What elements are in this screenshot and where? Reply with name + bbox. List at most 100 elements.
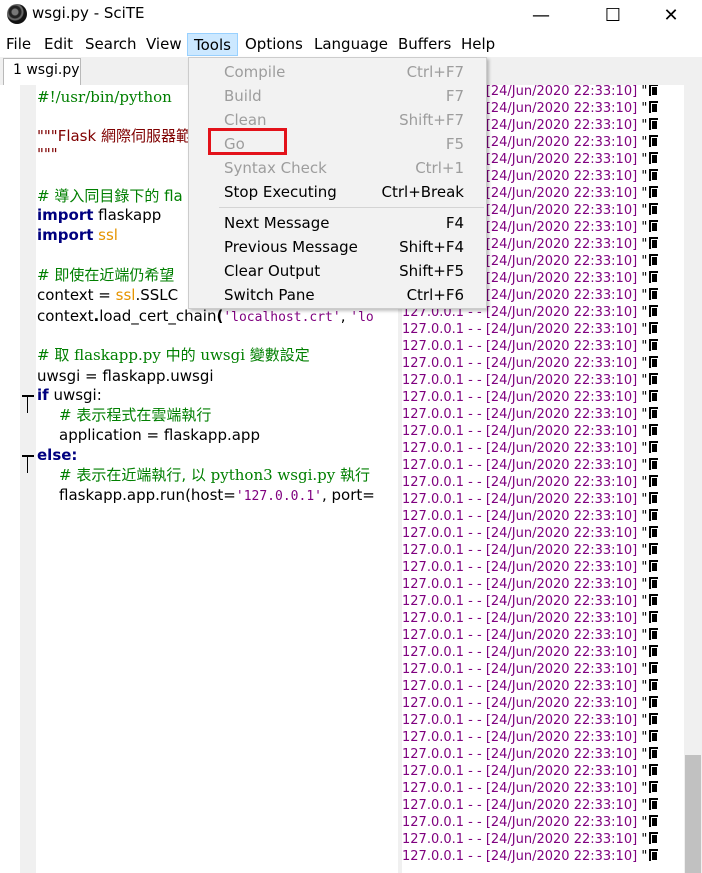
unprintable-char-glyph (649, 322, 659, 334)
unprintable-char-glyph (649, 526, 659, 538)
unprintable-char-glyph (649, 577, 659, 589)
unprintable-char-glyph (649, 594, 659, 606)
code-line: application = flaskapp.app (59, 426, 260, 444)
window-title: wsgi.py - SciTE (32, 4, 145, 22)
output-log-line: 127.0.0.1 - - [24/Jun/2020 22:33:10] " (402, 593, 659, 610)
unprintable-char-glyph (649, 611, 659, 623)
output-log-line: 127.0.0.1 - - [24/Jun/2020 22:33:10] " (402, 797, 659, 814)
output-log-line: 127.0.0.1 - - [24/Jun/2020 22:33:10] " (402, 474, 659, 491)
go-highlight-annotation (208, 128, 287, 155)
menu-options[interactable]: Options (239, 33, 309, 56)
unprintable-char-glyph (649, 662, 659, 674)
scrollbar-thumb[interactable] (685, 755, 701, 873)
unprintable-char-glyph (649, 424, 659, 436)
unprintable-char-glyph (649, 101, 659, 113)
tools-dropdown-menu: Compile Ctrl+F7 Build F7 Clean Shift+F7 Go F… (188, 57, 487, 309)
output-log-line: 127.0.0.1 - - [24/Jun/2020 22:33:10] " (402, 321, 659, 338)
output-log-line: 127.0.0.1 - - [24/Jun/2020 22:33:10] " (402, 440, 659, 457)
output-log-line: 127.0.0.1 - - [24/Jun/2020 22:33:10] " (402, 712, 659, 729)
output-log-line: 127.0.0.1 - - [24/Jun/2020 22:33:10] " (402, 491, 659, 508)
output-log-line: 127.0.0.1 - - [24/Jun/2020 22:33:10] " (402, 508, 659, 525)
menu-file[interactable]: File (0, 33, 37, 56)
menu-tools[interactable]: Tools (187, 33, 238, 56)
output-log-line: 127.0.0.1 - - [24/Jun/2020 22:33:10] " (402, 780, 659, 797)
fold-toggle-else[interactable] (22, 455, 34, 473)
output-log-line: 127.0.0.1 - - [24/Jun/2020 22:33:10] " (402, 576, 659, 593)
code-line: context = ssl.SSLC (37, 286, 179, 304)
unprintable-char-glyph (649, 441, 659, 453)
menu-item-previous-message[interactable]: Previous Message Shift+F4 (189, 235, 486, 259)
unprintable-char-glyph (649, 509, 659, 521)
output-log-line: 127.0.0.1 - - [24/Jun/2020 22:33:10] " (402, 610, 659, 627)
unprintable-char-glyph (649, 475, 659, 487)
menu-item-next-message[interactable]: Next Message F4 (189, 211, 486, 235)
unprintable-char-glyph (649, 135, 659, 147)
output-log-line: 127.0.0.1 - - [24/Jun/2020 22:33:10] " (402, 814, 659, 831)
scite-app-icon (7, 4, 27, 24)
menu-help[interactable]: Help (455, 33, 501, 56)
output-log-line: 127.0.0.1 - - [24/Jun/2020 22:33:10] " (402, 729, 659, 746)
unprintable-char-glyph (649, 832, 659, 844)
output-scrollbar[interactable] (684, 85, 702, 873)
output-log-line: 127.0.0.1 - - [24/Jun/2020 22:33:10] " (402, 627, 659, 644)
menu-item-clear-output[interactable]: Clear Output Shift+F5 (189, 259, 486, 283)
unprintable-char-glyph (649, 186, 659, 198)
code-line: if uwsgi: (37, 386, 102, 404)
fold-margin[interactable] (20, 85, 36, 873)
unprintable-char-glyph (649, 305, 659, 317)
menu-search[interactable]: Search (79, 33, 143, 56)
unprintable-char-glyph (649, 254, 659, 266)
output-log-line: 127.0.0.1 - - [24/Jun/2020 22:33:10] " (402, 372, 659, 389)
output-log-line: 127.0.0.1 - - [24/Jun/2020 22:33:10] " (402, 644, 659, 661)
code-line: flaskapp.app.run(host='127.0.0.1', port= (59, 486, 375, 504)
code-line: # 表示在近端執行, 以 python3 wsgi.py 執行 (59, 466, 370, 484)
code-line: import flaskapp (37, 206, 162, 224)
menu-item-compile[interactable]: Compile Ctrl+F7 (189, 60, 486, 84)
unprintable-char-glyph (649, 560, 659, 572)
unprintable-char-glyph (649, 747, 659, 759)
unprintable-char-glyph (649, 373, 659, 385)
unprintable-char-glyph (649, 169, 659, 181)
code-line: uwsgi = flaskapp.uwsgi (37, 367, 214, 385)
menu-buffers[interactable]: Buffers (392, 33, 457, 56)
output-log-line: 127.0.0.1 - - [24/Jun/2020 22:33:10] " (402, 678, 659, 695)
code-line: # 導入同目錄下的 fla (37, 187, 183, 205)
unprintable-char-glyph (649, 85, 659, 96)
unprintable-char-glyph (649, 356, 659, 368)
unprintable-char-glyph (649, 696, 659, 708)
maximize-button[interactable]: ☐ (590, 0, 636, 30)
output-log-line: 127.0.0.1 - - [24/Jun/2020 22:33:10] " (402, 559, 659, 576)
code-line: # 取 flaskapp.py 中的 uwsgi 變數設定 (37, 346, 310, 364)
menu-language[interactable]: Language (308, 33, 394, 56)
unprintable-char-glyph (649, 458, 659, 470)
unprintable-char-glyph (649, 713, 659, 725)
unprintable-char-glyph (649, 645, 659, 657)
line-margin (0, 85, 20, 873)
unprintable-char-glyph (649, 730, 659, 742)
menu-item-syntax-check[interactable]: Syntax Check Ctrl+1 (189, 156, 486, 180)
output-log-line: 127.0.0.1 - - [24/Jun/2020 22:33:10] " (402, 423, 659, 440)
unprintable-char-glyph (649, 118, 659, 130)
minimize-button[interactable]: — (518, 0, 564, 30)
unprintable-char-glyph (649, 849, 659, 861)
output-log-line: 127.0.0.1 - - [24/Jun/2020 22:33:10] " (402, 831, 659, 848)
menu-edit[interactable]: Edit (38, 33, 79, 56)
menu-item-switch-pane[interactable]: Switch Pane Ctrl+F6 (189, 283, 486, 307)
unprintable-char-glyph (649, 220, 659, 232)
code-line: """Flask 網際伺服器範 (37, 127, 191, 145)
close-button[interactable]: ✕ (648, 0, 694, 30)
output-log-line: 127.0.0.1 - - [24/Jun/2020 22:33:10] " (402, 457, 659, 474)
code-line: """ (37, 145, 58, 163)
unprintable-char-glyph (649, 798, 659, 810)
unprintable-char-glyph (649, 543, 659, 555)
unprintable-char-glyph (649, 679, 659, 691)
output-log-line: 127.0.0.1 - - [24/Jun/2020 22:33:10] " (402, 355, 659, 372)
output-log-line: 127.0.0.1 - - [24/Jun/2020 22:33:10] " (402, 525, 659, 542)
menu-view[interactable]: View (140, 33, 188, 56)
menu-item-build[interactable]: Build F7 (189, 84, 486, 108)
output-log-line: 127.0.0.1 - - [24/Jun/2020 22:33:10] " (402, 406, 659, 423)
fold-toggle-if[interactable] (22, 395, 34, 413)
tab-wsgi-py[interactable]: 1 wsgi.py (3, 58, 81, 85)
menu-item-stop-executing[interactable]: Stop Executing Ctrl+Break (189, 180, 486, 204)
output-log-line: 127.0.0.1 - - [24/Jun/2020 22:33:10] " (402, 338, 659, 355)
